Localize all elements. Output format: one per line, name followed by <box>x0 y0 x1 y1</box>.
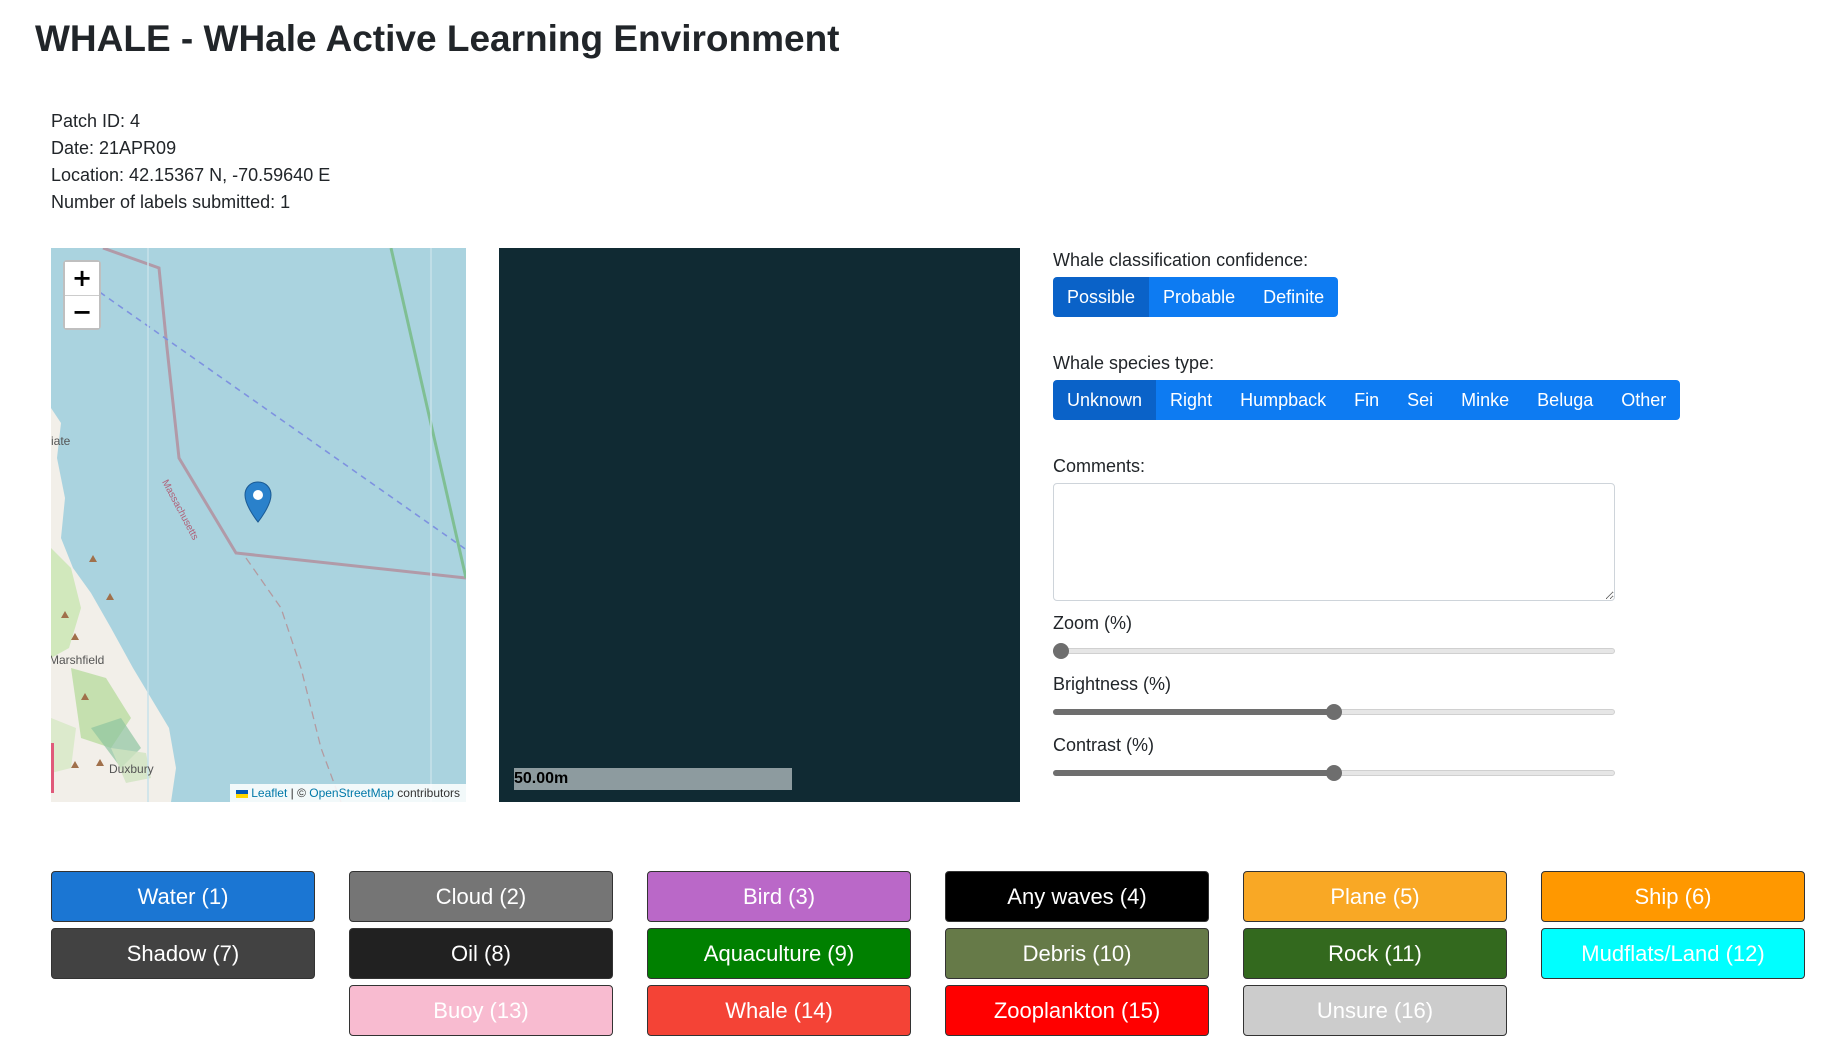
label-any-waves-button[interactable]: Any waves (4) <box>945 871 1209 922</box>
brightness-label: Brightness (%) <box>1053 674 1172 694</box>
brightness-slider[interactable] <box>1053 701 1615 723</box>
species-humpback-button[interactable]: Humpback <box>1226 380 1341 420</box>
species-fin-button[interactable]: Fin <box>1340 380 1394 420</box>
label-button-grid: Water (1) Cloud (2) Bird (3) Any waves (… <box>51 871 1805 1036</box>
species-minke-button[interactable]: Minke <box>1447 380 1524 420</box>
location-map[interactable]: iate Marshfield Duxbury Massachusetts + … <box>51 248 466 802</box>
zoom-slider-track <box>1053 648 1615 654</box>
confidence-possible-button[interactable]: Possible <box>1053 277 1150 317</box>
patch-id: Patch ID: 4 <box>51 111 141 131</box>
label-plane-button[interactable]: Plane (5) <box>1243 871 1507 922</box>
species-unknown-button[interactable]: Unknown <box>1053 380 1157 420</box>
contrast-slider-fill <box>1053 770 1334 776</box>
leaflet-link[interactable]: Leaflet <box>251 786 287 800</box>
label-cloud-button[interactable]: Cloud (2) <box>349 871 613 922</box>
confidence-label: Whale classification confidence: <box>1053 250 1309 270</box>
confidence-probable-button[interactable]: Probable <box>1149 277 1250 317</box>
species-beluga-button[interactable]: Beluga <box>1523 380 1608 420</box>
patch-date: Date: 21APR09 <box>51 138 177 158</box>
species-button-group: Unknown Right Humpback Fin Sei Minke Bel… <box>1053 380 1681 420</box>
label-unsure-button[interactable]: Unsure (16) <box>1243 985 1507 1036</box>
ukraine-flag-icon <box>236 789 249 798</box>
classification-panel: Whale classification confidence: Possibl… <box>1053 250 1681 784</box>
map-attribution: Leaflet | © OpenStreetMap contributors <box>230 784 466 802</box>
label-aquaculture-button[interactable]: Aquaculture (9) <box>647 928 911 979</box>
label-zooplankton-button[interactable]: Zooplankton (15) <box>945 985 1209 1036</box>
attribution-suffix: contributors <box>393 786 460 800</box>
species-label: Whale species type: <box>1053 353 1215 373</box>
patch-location: Location: 42.15367 N, -70.59640 E <box>51 165 331 185</box>
label-rock-button[interactable]: Rock (11) <box>1243 928 1507 979</box>
attribution-separator: | © <box>287 786 310 800</box>
contrast-slider[interactable] <box>1053 762 1615 784</box>
label-ship-button[interactable]: Ship (6) <box>1541 871 1805 922</box>
map-place-duxbury: Duxbury <box>109 762 154 776</box>
label-water-button[interactable]: Water (1) <box>51 871 315 922</box>
zoom-slider[interactable] <box>1053 640 1615 662</box>
brightness-slider-thumb[interactable] <box>1326 704 1342 720</box>
comments-textarea[interactable] <box>1053 483 1615 601</box>
openstreetmap-link[interactable]: OpenStreetMap <box>309 786 394 800</box>
patch-metadata: Patch ID: 4 Date: 21APR09 Location: 42.1… <box>51 108 330 216</box>
page-title: WHALE - WHale Active Learning Environmen… <box>35 18 840 59</box>
zoom-slider-block: Zoom (%) <box>1053 613 1623 662</box>
confidence-button-group: Possible Probable Definite <box>1053 277 1339 317</box>
species-other-button[interactable]: Other <box>1607 380 1681 420</box>
label-bird-button[interactable]: Bird (3) <box>647 871 911 922</box>
confidence-definite-button[interactable]: Definite <box>1249 277 1339 317</box>
location-pin-icon[interactable] <box>243 480 273 526</box>
species-sei-button[interactable]: Sei <box>1393 380 1448 420</box>
map-place-marshfield: Marshfield <box>51 653 105 667</box>
labels-submitted-count: Number of labels submitted: 1 <box>51 192 291 212</box>
label-whale-button[interactable]: Whale (14) <box>647 985 911 1036</box>
contrast-slider-block: Contrast (%) <box>1053 735 1623 784</box>
zoom-out-button[interactable]: − <box>65 295 99 328</box>
zoom-label: Zoom (%) <box>1053 613 1133 633</box>
scale-bar-label: 50.00m <box>514 770 569 787</box>
label-oil-button[interactable]: Oil (8) <box>349 928 613 979</box>
brightness-slider-fill <box>1053 709 1334 715</box>
comments-label: Comments: <box>1053 456 1146 476</box>
contrast-slider-thumb[interactable] <box>1326 765 1342 781</box>
label-debris-button[interactable]: Debris (10) <box>945 928 1209 979</box>
label-shadow-button[interactable]: Shadow (7) <box>51 928 315 979</box>
label-mudflats-land-button[interactable]: Mudflats/Land (12) <box>1541 928 1805 979</box>
image-patch-viewer[interactable]: 50.00m <box>499 248 1020 802</box>
brightness-slider-block: Brightness (%) <box>1053 674 1623 723</box>
map-zoom-control: + − <box>63 260 101 330</box>
map-place-truncated: iate <box>51 434 71 448</box>
label-buoy-button[interactable]: Buoy (13) <box>349 985 613 1036</box>
zoom-in-button[interactable]: + <box>65 262 99 295</box>
zoom-slider-thumb[interactable] <box>1053 643 1069 659</box>
scale-bar: 50.00m <box>514 768 792 790</box>
species-right-button[interactable]: Right <box>1156 380 1227 420</box>
contrast-label: Contrast (%) <box>1053 735 1155 755</box>
